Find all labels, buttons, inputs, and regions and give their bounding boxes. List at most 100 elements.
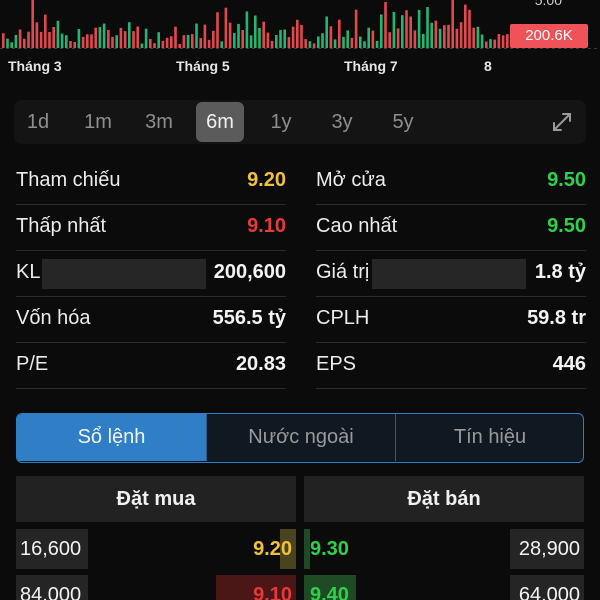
month-label: Tháng 5 bbox=[176, 58, 230, 74]
volume-bar bbox=[77, 29, 81, 48]
range-tab-5y[interactable]: 5y bbox=[379, 102, 427, 142]
volume-bar bbox=[254, 15, 257, 48]
ask-price[interactable]: 9.30 bbox=[310, 529, 349, 569]
volume-bar bbox=[73, 42, 76, 48]
stat-label: Vốn hóa bbox=[16, 307, 91, 329]
tab-signals[interactable]: Tín hiệu bbox=[396, 414, 583, 461]
bid-price[interactable]: 9.10 bbox=[253, 575, 292, 600]
volume-bar bbox=[207, 39, 211, 48]
volume-bar bbox=[132, 31, 135, 48]
volume-bar bbox=[396, 28, 400, 48]
stat-label: P/E bbox=[16, 353, 49, 375]
stat-label: Tham chiếu bbox=[16, 169, 121, 191]
volume-bar bbox=[128, 22, 131, 48]
bid-price[interactable]: 9.20 bbox=[253, 529, 292, 569]
volume-bar bbox=[359, 36, 362, 48]
volume-bar bbox=[39, 31, 43, 48]
volume-bar bbox=[434, 20, 438, 48]
volume-bar bbox=[287, 37, 291, 48]
volume-bar bbox=[2, 33, 5, 48]
volume-bar bbox=[464, 4, 467, 49]
volume-bar bbox=[111, 36, 114, 48]
volume-bar bbox=[90, 34, 93, 48]
stat-market-cap: Vốn hóa 556.5 tỷ bbox=[16, 297, 286, 343]
volume-bar bbox=[14, 35, 18, 48]
range-tab-1y[interactable]: 1y bbox=[257, 102, 305, 142]
range-tab-3y[interactable]: 3y bbox=[318, 102, 366, 142]
volume-bar bbox=[86, 34, 89, 48]
volume-bar bbox=[69, 41, 72, 48]
volume-bar bbox=[468, 9, 471, 49]
stat-eps: EPS 446 bbox=[316, 343, 586, 389]
volume-bar bbox=[220, 41, 223, 48]
volume-bar bbox=[455, 28, 459, 48]
volume-bar bbox=[388, 32, 391, 48]
volume-bar bbox=[199, 38, 202, 48]
month-label: Tháng 7 bbox=[344, 58, 398, 74]
range-tab-3m[interactable]: 3m bbox=[135, 102, 183, 142]
volume-bar bbox=[178, 44, 181, 48]
value-shade bbox=[372, 259, 526, 289]
volume-bar bbox=[94, 27, 97, 48]
stat-value: 9.50 bbox=[547, 169, 586, 191]
volume-bar bbox=[270, 40, 274, 48]
volume-bar bbox=[451, 0, 454, 48]
volume-bar bbox=[371, 30, 375, 48]
range-tab-1m[interactable]: 1m bbox=[74, 102, 122, 142]
range-tab-1d[interactable]: 1d bbox=[14, 102, 62, 142]
volume-bar bbox=[10, 42, 13, 48]
tab-order-book[interactable]: Sổ lệnh bbox=[17, 414, 206, 461]
volume-bar bbox=[144, 28, 148, 48]
bid-volume: 16,600 bbox=[20, 538, 82, 560]
range-tab-6m[interactable]: 6m bbox=[196, 102, 244, 142]
volume-bar bbox=[170, 36, 173, 48]
tab-foreign[interactable]: Nước ngoài bbox=[207, 414, 395, 461]
volume-bar bbox=[119, 27, 123, 48]
ask-price[interactable]: 9.40 bbox=[310, 575, 349, 600]
stat-label: Thấp nhất bbox=[16, 215, 107, 237]
stat-value: 9.10 bbox=[247, 215, 286, 237]
volume-bar bbox=[413, 30, 417, 48]
volume-bar bbox=[157, 32, 160, 48]
volume-bar bbox=[476, 26, 480, 48]
expand-icon[interactable] bbox=[550, 110, 574, 134]
stat-value: 556.5 tỷ bbox=[212, 307, 286, 329]
volume-bar bbox=[65, 35, 68, 48]
volume-bar bbox=[27, 31, 30, 48]
stat-label: KL bbox=[16, 261, 41, 283]
volume-bar bbox=[459, 22, 463, 48]
volume-shade bbox=[42, 259, 206, 289]
stat-low: Thấp nhất 9.10 bbox=[16, 205, 286, 251]
stat-label: CPLH bbox=[316, 307, 370, 329]
volume-bar bbox=[98, 27, 102, 48]
volume-bar bbox=[23, 38, 26, 48]
volume-bar bbox=[18, 29, 22, 48]
volume-bar bbox=[153, 43, 156, 48]
volume-bar bbox=[266, 32, 270, 48]
volume-bar bbox=[140, 43, 144, 48]
volume-bar bbox=[48, 32, 51, 48]
volume-bar bbox=[501, 35, 505, 48]
volume-bar bbox=[174, 26, 177, 48]
volume-bar bbox=[493, 39, 496, 48]
volume-bar bbox=[195, 23, 198, 48]
volume-bar bbox=[300, 24, 303, 48]
volume-bar bbox=[123, 31, 127, 48]
volume-bar bbox=[44, 14, 47, 49]
month-label: Tháng 3 bbox=[8, 58, 62, 74]
stat-shares: CPLH 59.8 tr bbox=[316, 297, 586, 343]
volume-bar bbox=[262, 21, 265, 48]
stat-label: EPS bbox=[316, 353, 357, 375]
sell-header: Đặt bán bbox=[304, 476, 584, 522]
volume-bar bbox=[346, 30, 349, 48]
volume-bar bbox=[241, 30, 244, 48]
volume-bar bbox=[497, 34, 501, 48]
volume-bar bbox=[224, 7, 228, 48]
stat-reference: Tham chiếu 9.20 bbox=[16, 159, 286, 205]
volume-bar bbox=[107, 29, 110, 48]
volume-bar bbox=[237, 23, 240, 48]
volume-bar bbox=[203, 24, 207, 48]
detail-tabs: Sổ lệnh Nước ngoài Tín hiệu bbox=[16, 413, 584, 463]
volume-badge: 200.6K bbox=[510, 24, 588, 48]
volume-bar bbox=[308, 41, 312, 48]
